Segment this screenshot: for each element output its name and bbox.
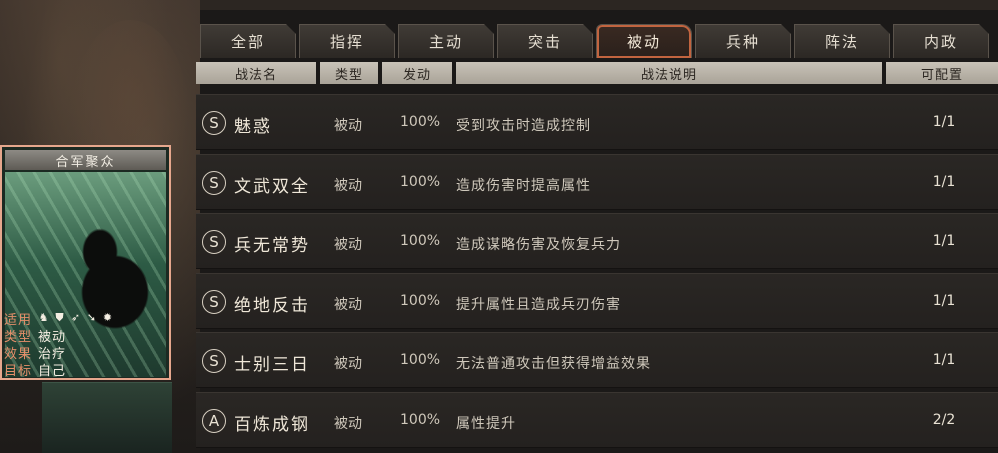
tactic-desc: 造成伤害时提高属性 xyxy=(456,177,591,194)
spear-icon: ➘ xyxy=(86,311,97,324)
card-title: 合军聚众 xyxy=(5,150,166,170)
tactic-rate: 100% xyxy=(400,114,441,130)
card-info: 适用 ♞ ⛊ ➶ ➘ ✹ 类型 被动 效果 治疗 目标 自己 xyxy=(4,309,124,379)
card-type-label: 类型 xyxy=(4,330,33,345)
tactic-type: 被动 xyxy=(334,296,362,313)
card-effect-value: 治疗 xyxy=(38,347,67,362)
tactic-desc: 造成谋略伤害及恢复兵力 xyxy=(456,237,621,253)
tactic-desc: 属性提升 xyxy=(456,415,516,432)
tactic-desc: 无法普通攻击但获得增益效果 xyxy=(456,356,651,372)
col-header-desc: 战法说明 xyxy=(456,62,882,84)
tactic-rate: 100% xyxy=(400,292,441,309)
table-row[interactable]: S 绝地反击 被动 100% 提升属性且造成兵刃伤害 1/1 xyxy=(196,272,998,329)
tactic-type: 被动 xyxy=(334,177,362,194)
card-type-value: 被动 xyxy=(38,330,67,345)
table-row[interactable]: A 百炼成钢 被动 100% 属性提升 2/2 xyxy=(196,391,998,448)
tab-internal-affairs[interactable]: 内政 xyxy=(893,24,989,58)
tactic-type: 被动 xyxy=(334,356,362,372)
table-row[interactable]: S 魅惑 被动 100% 受到攻击时造成控制 1/1 xyxy=(196,94,998,150)
unit-icons: ♞ ⛊ ➶ ➘ ✹ xyxy=(38,309,113,326)
grade-badge: S xyxy=(202,289,226,314)
shield-icon: ⛊ xyxy=(55,311,64,324)
grade-badge: S xyxy=(202,170,226,195)
tab-active[interactable]: 主动 xyxy=(398,24,494,58)
tactic-name: 士别三日 xyxy=(234,355,310,375)
table-row[interactable]: S 文武双全 被动 100% 造成伤害时提高属性 1/1 xyxy=(196,153,998,210)
tactic-card[interactable]: 合军聚众 适用 ♞ ⛊ ➶ ➘ ✹ 类型 被动 效果 治疗 目标 自己 xyxy=(0,145,171,380)
tactic-desc: 受到攻击时造成控制 xyxy=(456,118,591,134)
tab-bar: 全部 指挥 主动 突击 被动 兵种 阵法 内政 xyxy=(200,24,998,58)
tab-assault[interactable]: 突击 xyxy=(497,24,593,58)
grade-badge: S xyxy=(202,349,226,373)
tactic-config: 2/2 xyxy=(932,411,956,428)
tab-formation[interactable]: 阵法 xyxy=(794,24,890,58)
card-effect-label: 效果 xyxy=(4,347,33,362)
card-stack-behind xyxy=(42,382,172,453)
tactic-type: 被动 xyxy=(334,118,362,134)
tactic-type: 被动 xyxy=(334,415,362,432)
grade-badge: S xyxy=(202,230,226,254)
tactic-name: 魅惑 xyxy=(234,117,272,137)
tactic-name: 兵无常势 xyxy=(234,236,310,256)
tactic-list: S 魅惑 被动 100% 受到攻击时造成控制 1/1 S 文武双全 被动 100… xyxy=(196,94,998,451)
card-target-value: 自己 xyxy=(38,364,67,379)
col-header-rate[interactable]: 发动 xyxy=(382,62,452,84)
tactic-config: 1/1 xyxy=(932,114,956,130)
table-header: 战法名 类型 发动 战法说明 可配置 xyxy=(196,62,998,84)
tactic-config: 1/1 xyxy=(932,233,956,249)
tactic-config: 1/1 xyxy=(932,173,956,190)
tactic-rate: 100% xyxy=(400,173,441,190)
tactic-rate: 100% xyxy=(400,233,441,249)
tab-troop-type[interactable]: 兵种 xyxy=(695,24,791,58)
tactic-config: 1/1 xyxy=(932,352,956,368)
tactic-name: 百炼成钢 xyxy=(234,414,310,435)
tab-command[interactable]: 指挥 xyxy=(299,24,395,58)
tactic-name: 绝地反击 xyxy=(234,295,310,316)
tab-all[interactable]: 全部 xyxy=(200,24,296,58)
card-target-label: 目标 xyxy=(4,364,33,379)
table-row[interactable]: S 士别三日 被动 100% 无法普通攻击但获得增益效果 1/1 xyxy=(196,332,998,388)
tactic-rate: 100% xyxy=(400,352,441,368)
tactic-name: 文武双全 xyxy=(234,176,310,197)
card-applicable-label: 适用 xyxy=(4,313,33,328)
grade-badge: S xyxy=(202,111,226,135)
bow-icon: ➶ xyxy=(70,311,81,324)
col-header-config[interactable]: 可配置 xyxy=(886,62,998,84)
col-header-name[interactable]: 战法名 xyxy=(196,62,316,84)
cavalry-icon: ♞ xyxy=(38,311,49,324)
grade-badge: A xyxy=(202,408,226,433)
tactic-desc: 提升属性且造成兵刃伤害 xyxy=(456,296,621,313)
table-row[interactable]: S 兵无常势 被动 100% 造成谋略伤害及恢复兵力 1/1 xyxy=(196,213,998,269)
tactic-config: 1/1 xyxy=(932,292,956,309)
wheel-icon: ✹ xyxy=(102,311,113,324)
col-header-type[interactable]: 类型 xyxy=(320,62,378,84)
tactic-type: 被动 xyxy=(334,237,362,253)
tab-passive[interactable]: 被动 xyxy=(596,24,692,58)
tactic-rate: 100% xyxy=(400,411,441,428)
